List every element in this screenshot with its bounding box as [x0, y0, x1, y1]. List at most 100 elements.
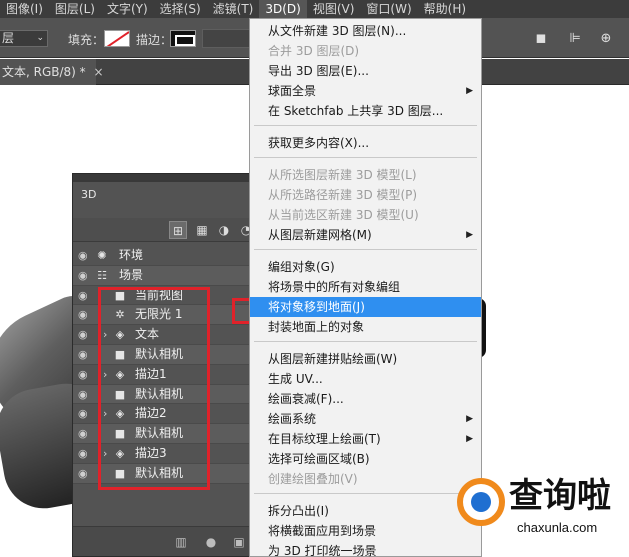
visibility-eye-icon[interactable]: ◉ — [78, 248, 92, 263]
menu-item-label: 创建绘图叠加(V) — [268, 472, 358, 486]
menu-item-label: 拆分凸出(I) — [268, 504, 329, 518]
submenu-arrow-icon: ▶ — [466, 414, 473, 424]
fill-label: 填充： — [68, 33, 105, 47]
menu-filter[interactable]: 滤镜(T) — [207, 0, 260, 18]
menu-item[interactable]: 封装地面上的对象 — [250, 317, 481, 337]
menu-window[interactable]: 窗口(W) — [360, 0, 417, 18]
panel-tab-3d[interactable]: 3D — [73, 184, 109, 206]
menu-type[interactable]: 文字(Y) — [101, 0, 154, 18]
no-fill-icon — [106, 31, 129, 46]
document-tab[interactable]: 文本, RGB/8) * × — [0, 59, 104, 85]
visibility-eye-icon[interactable]: ◉ — [78, 268, 92, 283]
scene-icon: ☷ — [97, 268, 107, 282]
menu-help[interactable]: 帮助(H) — [418, 0, 472, 18]
align-left-icon[interactable]: ⊫ — [566, 30, 584, 48]
menu-item[interactable]: 在目标纹理上绘画(T) ▶ — [250, 429, 481, 449]
add-light-icon[interactable]: ● — [203, 534, 219, 550]
menu-item[interactable]: 选择可绘画区域(B) — [250, 449, 481, 469]
mesh-filter-icon[interactable]: ▦ — [193, 221, 211, 239]
menu-separator — [254, 125, 477, 126]
menu-item[interactable]: 编组对象(G) — [250, 257, 481, 277]
menu-item[interactable]: 从图层新建网格(M) ▶ — [250, 225, 481, 245]
menu-item-label: 导出 3D 图层(E)... — [268, 64, 369, 78]
menu-item-label: 从图层新建网格(M) — [268, 228, 372, 242]
menu-item-label: 从图层新建拼贴绘画(W) — [268, 352, 398, 366]
menu-item[interactable]: 绘画衰减(F)... — [250, 389, 481, 409]
menu-item[interactable]: 将对象移到地面(J) — [250, 297, 481, 317]
menu-item-label: 将对象移到地面(J) — [268, 300, 365, 314]
menu-view[interactable]: 视图(V) — [307, 0, 361, 18]
menu-layer[interactable]: 图层(L) — [49, 0, 101, 18]
visibility-eye-icon[interactable]: ◉ — [78, 327, 92, 342]
submenu-arrow-icon: ▶ — [466, 434, 473, 444]
visibility-eye-icon[interactable]: ◉ — [78, 466, 92, 481]
visibility-eye-icon[interactable]: ◉ — [78, 347, 92, 362]
fill-swatch[interactable] — [104, 30, 130, 47]
delete-icon[interactable]: ▥ — [173, 534, 189, 550]
menu-item[interactable]: 将横截面应用到场景 — [250, 521, 481, 541]
menu-item[interactable]: 拆分凸出(I) — [250, 501, 481, 521]
menu-image[interactable]: 图像(I) — [0, 0, 49, 18]
menu-item[interactable]: 生成 UV... — [250, 369, 481, 389]
material-filter-icon[interactable]: ◑ — [215, 221, 233, 239]
menu-item: 从所选图层新建 3D 模型(L) — [250, 165, 481, 185]
menu-item-label: 绘画系统 — [268, 412, 317, 426]
watermark-logo: 查询啦 chaxunla.com — [455, 472, 629, 557]
menu-separator — [254, 157, 477, 158]
stroke-swatch[interactable] — [170, 30, 196, 47]
panel-toolbar: ⊞ ▦ ◑ ◔ — [73, 218, 261, 242]
menu-item: 从所选路径新建 3D 模型(P) — [250, 185, 481, 205]
menu-item[interactable]: 球面全景 ▶ — [250, 81, 481, 101]
layer-mode-value: 层 — [2, 31, 15, 45]
menu-select[interactable]: 选择(S) — [154, 0, 207, 18]
menu-item[interactable]: 导出 3D 图层(E)... — [250, 61, 481, 81]
arrange-icon[interactable]: ⊕ — [597, 30, 615, 48]
menu-item: 创建绘图叠加(V) — [250, 469, 481, 489]
menu-item-label: 获取更多内容(X)... — [268, 136, 370, 150]
submenu-arrow-icon: ▶ — [466, 230, 473, 240]
layer-mode-select[interactable]: 层 ⌄ — [0, 30, 48, 47]
render-icon[interactable]: ▣ — [231, 534, 247, 550]
menu-item: 从当前选区新建 3D 模型(U) — [250, 205, 481, 225]
menu-3d[interactable]: 3D(D) — [259, 0, 307, 18]
scene-tree-row[interactable]: ◉ ✺ 环境 — [73, 246, 261, 266]
menu-item-label: 在 Sketchfab 上共享 3D 图层... — [268, 104, 444, 118]
chevron-down-icon: ⌄ — [36, 33, 44, 43]
visibility-eye-icon[interactable]: ◉ — [78, 406, 92, 421]
menu-item[interactable]: 为 3D 打印统一场景 — [250, 541, 481, 557]
visibility-eye-icon[interactable]: ◉ — [78, 387, 92, 402]
sun-icon: ✺ — [97, 249, 107, 262]
scene-filter-icon[interactable]: ⊞ — [169, 221, 187, 239]
visibility-eye-icon[interactable]: ◉ — [78, 426, 92, 441]
search-icon — [457, 478, 505, 526]
scene-tree-row[interactable]: ◉ ☷ 场景 — [73, 265, 261, 286]
menu-item-label: 绘画衰减(F)... — [268, 392, 344, 406]
menu-item[interactable]: 从图层新建拼贴绘画(W) — [250, 349, 481, 369]
align-icon[interactable]: ◼ — [532, 30, 550, 48]
menu-item[interactable]: 获取更多内容(X)... — [250, 133, 481, 153]
close-icon[interactable]: × — [94, 65, 104, 79]
menu-item-label: 球面全景 — [268, 84, 317, 98]
visibility-eye-icon[interactable]: ◉ — [78, 288, 92, 303]
menu-item-label: 在目标纹理上绘画(T) — [268, 432, 381, 446]
scene-tree-label: 场景 — [119, 267, 144, 282]
scene-tree-label: 环境 — [119, 248, 144, 262]
submenu-arrow-icon: ▶ — [466, 86, 473, 96]
menu-separator — [254, 493, 477, 494]
stroke-label: 描边： — [136, 33, 173, 47]
menu-separator — [254, 341, 477, 342]
menu-item-label: 为 3D 打印统一场景 — [268, 544, 377, 557]
menu-item[interactable]: 绘画系统 ▶ — [250, 409, 481, 429]
menu-item-label: 从所选路径新建 3D 模型(P) — [268, 188, 418, 202]
menu-item[interactable]: 从文件新建 3D 图层(N)... — [250, 21, 481, 41]
visibility-eye-icon[interactable]: ◉ — [78, 367, 92, 382]
menu-item-label: 从文件新建 3D 图层(N)... — [268, 24, 407, 38]
menu-item[interactable]: 在 Sketchfab 上共享 3D 图层... — [250, 101, 481, 121]
document-tab-title: 文本, RGB/8) * — [2, 65, 86, 79]
visibility-eye-icon[interactable]: ◉ — [78, 307, 92, 322]
watermark-title: 查询啦 — [509, 476, 611, 516]
menu-item[interactable]: 将场景中的所有对象编组 — [250, 277, 481, 297]
menu-item-label: 生成 UV... — [268, 372, 323, 386]
visibility-eye-icon[interactable]: ◉ — [78, 446, 92, 461]
stroke-width-field[interactable] — [202, 29, 252, 48]
